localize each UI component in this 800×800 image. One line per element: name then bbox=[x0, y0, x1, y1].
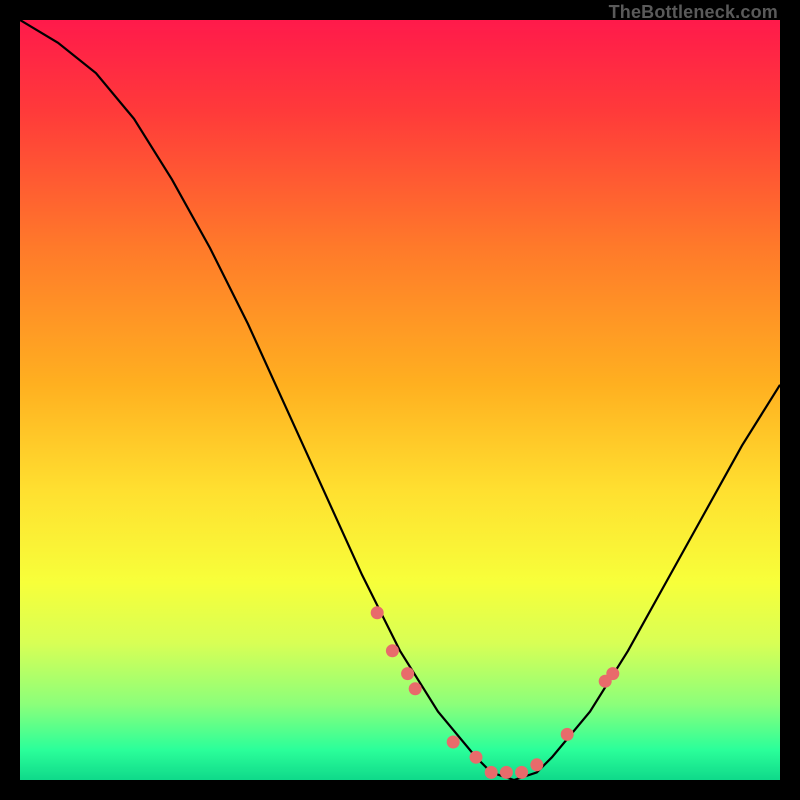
sample-point bbox=[561, 728, 574, 741]
sample-point bbox=[485, 766, 498, 779]
sample-point bbox=[470, 751, 483, 764]
sample-point bbox=[409, 682, 422, 695]
gradient-background bbox=[20, 20, 780, 780]
sample-point bbox=[401, 667, 414, 680]
sample-point bbox=[515, 766, 528, 779]
plot-area bbox=[20, 20, 780, 780]
chart-frame: TheBottleneck.com bbox=[0, 0, 800, 800]
sample-point bbox=[447, 736, 460, 749]
sample-point bbox=[371, 606, 384, 619]
sample-point bbox=[530, 758, 543, 771]
sample-point bbox=[500, 766, 513, 779]
bottleneck-chart bbox=[20, 20, 780, 780]
sample-point bbox=[386, 644, 399, 657]
sample-point bbox=[606, 667, 619, 680]
